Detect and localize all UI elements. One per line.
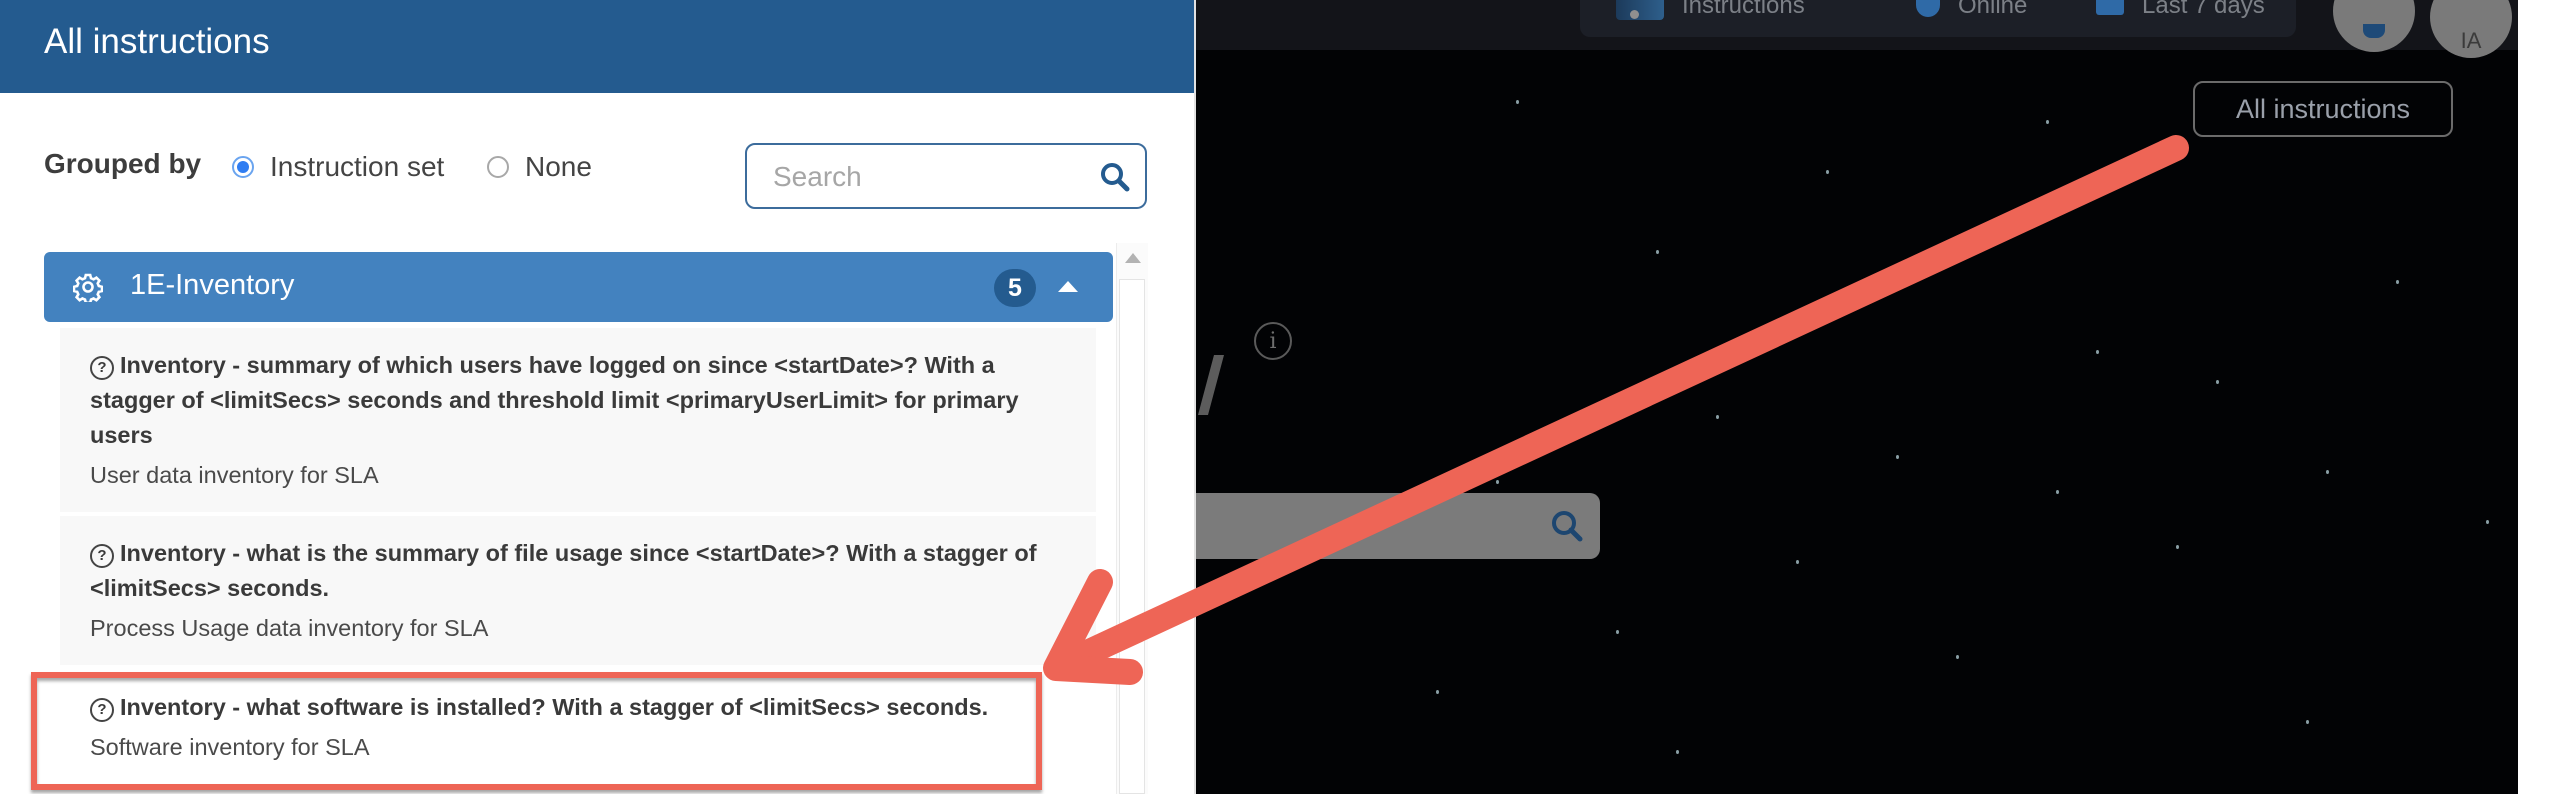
star <box>1956 655 1959 659</box>
radio-instruction-set[interactable]: Instruction set <box>232 151 444 183</box>
star <box>1826 170 1829 174</box>
all-instructions-panel: All instructions Grouped by Instruction … <box>0 0 1196 794</box>
info-icon-glyph: i <box>1269 328 1277 354</box>
star <box>2396 280 2399 284</box>
instruction-item[interactable]: ? Inventory - what is the summary of file… <box>60 516 1096 665</box>
search-box <box>745 143 1147 209</box>
star <box>2096 350 2099 354</box>
calendar-icon <box>2096 0 2124 15</box>
star <box>2176 545 2179 549</box>
instruction-description: User data inventory for SLA <box>90 462 379 488</box>
star <box>1716 415 1719 419</box>
star <box>1496 480 1499 484</box>
instruction-item-highlighted[interactable]: ? Inventory - what software is installed?… <box>60 672 1096 794</box>
instruction-question-text: Inventory - what is the summary of file … <box>90 540 1037 601</box>
radio-none-control[interactable] <box>487 156 509 178</box>
scrollbar-track[interactable] <box>1119 279 1145 794</box>
topbar-instructions-button[interactable]: Instructions <box>1616 0 1805 20</box>
star <box>2216 380 2219 384</box>
star <box>2046 120 2049 124</box>
star <box>1616 630 1619 634</box>
top-bar: Instructions Online Last 7 days IA <box>1196 0 2518 58</box>
star <box>1436 690 1439 694</box>
panel-title: All instructions <box>44 22 270 61</box>
scroll-up-arrow-icon[interactable] <box>1125 253 1141 263</box>
star <box>1656 250 1659 254</box>
instruction-item[interactable]: ? Inventory - summary of which users have… <box>60 328 1096 512</box>
radio-instruction-set-control[interactable] <box>232 156 254 178</box>
gear-icon <box>73 273 103 302</box>
topbar-online-label: Online <box>1958 0 2028 19</box>
group-count-badge: 5 <box>994 269 1036 307</box>
radio-none-label: None <box>525 151 592 182</box>
topbar-date-range-label: Last 7 days <box>2142 0 2265 19</box>
group-name: 1E-Inventory <box>130 269 295 301</box>
star <box>2326 470 2329 474</box>
background-search-bar[interactable] <box>1196 493 1600 559</box>
all-instructions-button[interactable]: All instructions <box>2193 81 2453 137</box>
star <box>2486 520 2489 524</box>
grouped-by-label: Grouped by <box>44 148 202 179</box>
app-background: Instructions Online Last 7 days IA All i… <box>1196 0 2518 794</box>
search-icon[interactable] <box>1099 161 1131 193</box>
search-icon <box>1552 511 1583 542</box>
star <box>1796 560 1799 564</box>
info-icon[interactable]: i <box>1254 322 1292 360</box>
user-avatar[interactable]: IA <box>2430 0 2512 58</box>
question-icon: ? <box>90 544 114 568</box>
page-title-fragment <box>1198 355 1224 415</box>
star <box>2306 720 2309 724</box>
all-instructions-button-label: All instructions <box>2235 93 2411 124</box>
topbar-date-range-button[interactable]: Last 7 days <box>2096 0 2265 20</box>
panel-header: All instructions <box>0 0 1194 93</box>
topbar-instructions-label: Instructions <box>1682 0 1805 19</box>
notification-button[interactable] <box>2333 0 2415 52</box>
group-header-1e-inventory[interactable]: 1E-Inventory 5 <box>44 252 1113 322</box>
instruction-question: ? Inventory - summary of which users have… <box>90 348 1066 453</box>
question-icon: ? <box>90 356 114 380</box>
instruction-question: ? Inventory - what software is installed?… <box>90 690 1066 725</box>
star <box>2056 490 2059 494</box>
radio-none[interactable]: None <box>487 151 592 183</box>
question-icon: ? <box>90 698 114 722</box>
chevron-up-icon[interactable] <box>1058 281 1078 292</box>
instruction-question-text: Inventory - summary of which users have … <box>90 352 1019 448</box>
star <box>1896 455 1899 459</box>
online-icon <box>1916 0 1940 17</box>
radio-instruction-set-label: Instruction set <box>270 151 445 182</box>
scrollbar[interactable] <box>1116 243 1148 794</box>
instructions-icon <box>1616 0 1664 20</box>
topbar-online-button[interactable]: Online <box>1916 0 2027 20</box>
user-initials: IA <box>2460 28 2482 53</box>
instruction-question-text: Inventory - what software is installed? … <box>120 694 989 720</box>
star <box>1516 100 1519 104</box>
star <box>1676 750 1679 754</box>
notification-icon <box>2363 24 2385 38</box>
search-input[interactable] <box>771 145 1075 209</box>
instruction-description: Software inventory for SLA <box>90 734 370 760</box>
instruction-question: ? Inventory - what is the summary of file… <box>90 536 1066 606</box>
instruction-description: Process Usage data inventory for SLA <box>90 615 489 641</box>
